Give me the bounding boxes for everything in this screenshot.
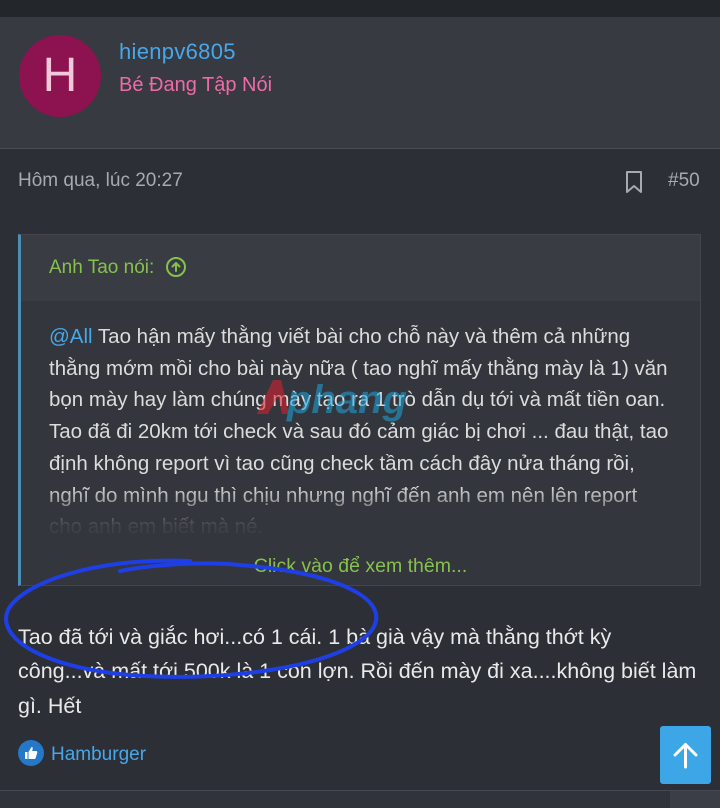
reaction-bar[interactable]: Hamburger bbox=[18, 740, 146, 768]
expand-quote-link[interactable]: Click vào để xem thêm... bbox=[21, 555, 700, 578]
watermark-text: phang bbox=[286, 378, 407, 422]
next-post-strip bbox=[0, 791, 720, 808]
top-bar bbox=[0, 0, 720, 17]
next-post-edge bbox=[670, 791, 720, 808]
post-message: Tao đã tới và giắc hơi...có 1 cái. 1 bà … bbox=[18, 625, 697, 718]
quote-author[interactable]: Anh Tao nói: bbox=[49, 257, 154, 278]
user-title: Bé Đang Tập Nói bbox=[119, 74, 273, 96]
username-link[interactable]: hienpv6805 bbox=[119, 39, 236, 65]
post-timestamp[interactable]: Hôm qua, lúc 20:27 bbox=[18, 170, 183, 192]
watermark-logo: phang bbox=[257, 378, 407, 422]
bookmark-icon[interactable] bbox=[623, 170, 645, 194]
user-panel: H hienpv6805 Bé Đang Tập Nói bbox=[0, 17, 720, 149]
arrow-up-icon bbox=[673, 743, 698, 769]
go-to-quote-icon[interactable] bbox=[165, 257, 186, 277]
post-number-link[interactable]: #50 bbox=[668, 170, 700, 192]
like-icon bbox=[18, 740, 44, 766]
reaction-user-link[interactable]: Hamburger bbox=[51, 744, 146, 765]
quote-header[interactable]: Anh Tao nói: bbox=[21, 235, 700, 301]
scroll-to-top-button[interactable] bbox=[660, 726, 711, 784]
avatar[interactable]: H bbox=[19, 35, 101, 117]
mention-link[interactable]: @All bbox=[49, 325, 93, 348]
